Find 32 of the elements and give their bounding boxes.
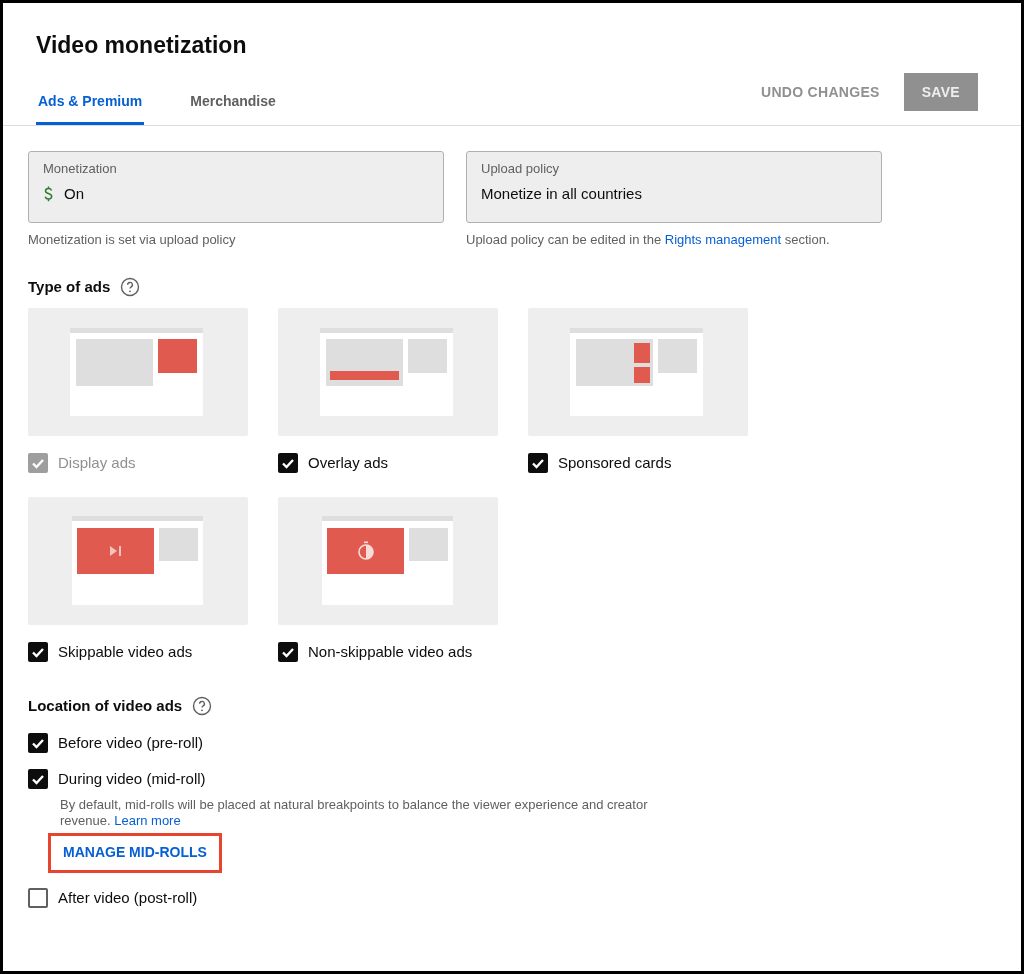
tab[interactable]: Ads & Premium (36, 81, 145, 125)
rights-management-link[interactable]: Rights management (664, 232, 782, 247)
checkbox[interactable] (528, 453, 548, 474)
checkbox[interactable] (28, 887, 48, 908)
checkbox[interactable] (28, 769, 48, 790)
section-heading: Type of ads (28, 276, 111, 297)
checkbox-label: Sponsored cards (558, 453, 672, 473)
description-text: By default, mid-rolls will be placed at natural breakpoints to balance the viewer experience and creator revenue. Learn more (59, 796, 649, 829)
checkbox-label: Display ads (58, 453, 136, 473)
learn-more-link[interactable]: Learn more (114, 812, 181, 828)
page-title: Video monetization (36, 31, 248, 59)
checkbox-label: Overlay ads (308, 453, 389, 473)
help-icon (192, 696, 213, 717)
dollar-icon (43, 186, 54, 202)
read-only-field: Monetization On (28, 151, 444, 223)
checkbox[interactable] (278, 453, 298, 474)
undo-button[interactable]: UNDO CHANGES (753, 81, 888, 103)
manage-mid-rolls-button[interactable]: MANAGE MID-ROLLS (48, 832, 222, 873)
field-note: Monetization is set via upload policy (28, 231, 237, 249)
field-note: Upload policy can be edited in the Rights management section. (466, 231, 831, 249)
checkbox[interactable] (28, 732, 48, 753)
checkbox-label: Before video (pre-roll) (58, 732, 204, 753)
checkbox-label: After video (post-roll) (58, 887, 198, 908)
read-only-field: Upload policy Monetize in all countries (466, 151, 882, 223)
tab[interactable]: Merchandise (188, 81, 278, 125)
checkbox[interactable] (278, 641, 298, 662)
help-icon (120, 276, 141, 297)
checkbox-label: Non-skippable video ads (308, 641, 473, 662)
section-heading: Location of video ads (28, 696, 183, 716)
checkbox-label: Skippable video ads (58, 641, 193, 662)
checkbox-label: During video (mid-roll) (58, 769, 206, 789)
checkbox[interactable] (28, 641, 48, 662)
